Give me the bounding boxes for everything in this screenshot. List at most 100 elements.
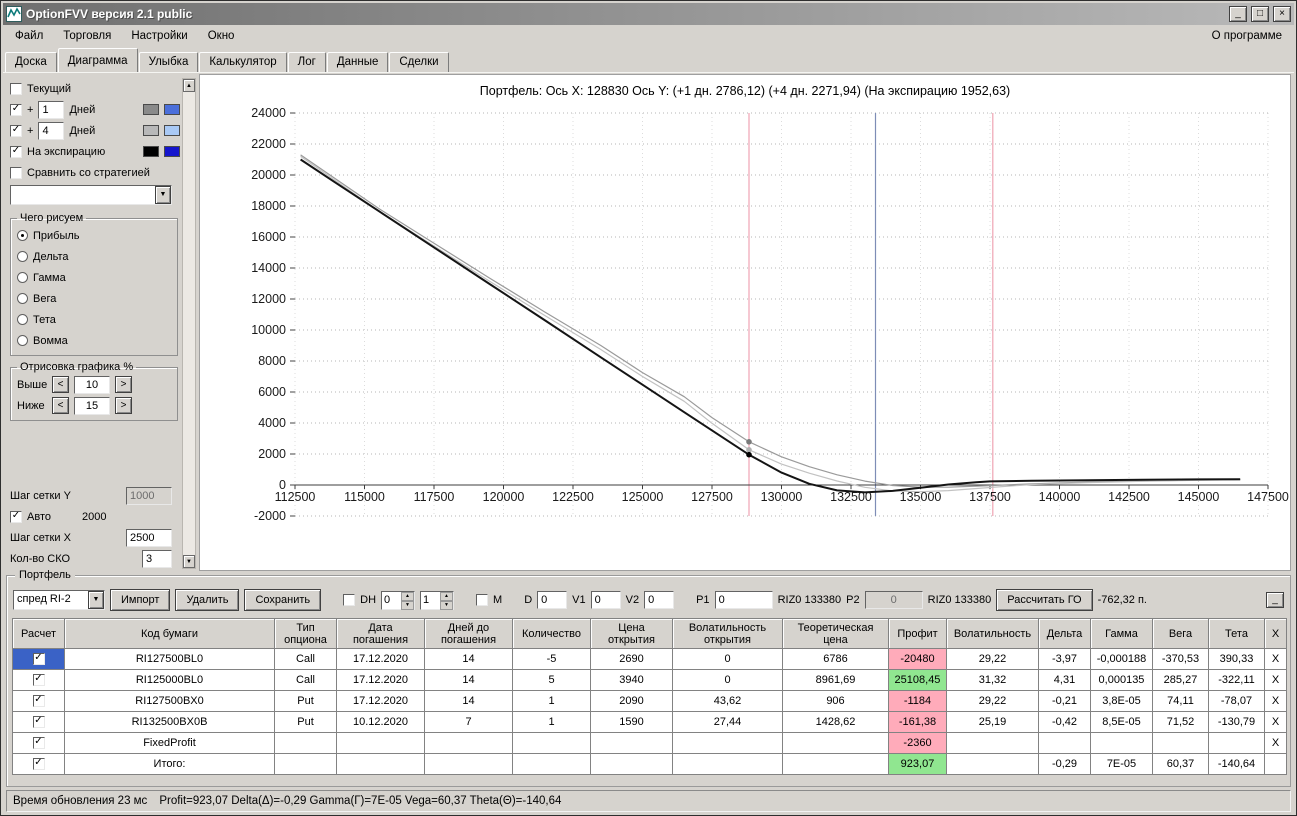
tab-smile[interactable]: Улыбка bbox=[138, 52, 199, 72]
row-calc-checkbox[interactable] bbox=[32, 695, 45, 708]
radio-icon[interactable] bbox=[17, 293, 28, 304]
auto-grid-checkbox[interactable] bbox=[10, 510, 22, 523]
cell-days[interactable] bbox=[424, 732, 513, 754]
current-series-checkbox[interactable] bbox=[10, 82, 22, 95]
cell-date[interactable]: 17.12.2020 bbox=[336, 669, 425, 691]
dh-spinner-1[interactable]: 0 ▲ ▼ bbox=[381, 590, 416, 610]
profit-cell[interactable]: -20480 bbox=[888, 648, 947, 670]
row-calc-checkbox[interactable] bbox=[32, 737, 45, 750]
cell-date[interactable]: 17.12.2020 bbox=[336, 690, 425, 712]
cell-open_vol[interactable]: 0 bbox=[672, 669, 783, 691]
cell-open_price[interactable] bbox=[590, 753, 673, 775]
v1-input[interactable] bbox=[590, 591, 621, 609]
radio-icon[interactable] bbox=[17, 230, 28, 241]
cell-vega[interactable]: -370,53 bbox=[1152, 648, 1209, 670]
dh-spinner-2[interactable]: 1 ▲ ▼ bbox=[420, 590, 455, 610]
minimize-button[interactable]: _ bbox=[1229, 6, 1247, 22]
cell-theta[interactable]: -130,79 bbox=[1208, 711, 1265, 733]
spinner-arrows[interactable]: ▲ ▼ bbox=[401, 591, 415, 610]
draw-option-vomma[interactable]: Вомма bbox=[17, 330, 171, 351]
cell-qty[interactable]: 1 bbox=[512, 711, 591, 733]
radio-icon[interactable] bbox=[17, 251, 28, 262]
cell-qty[interactable]: -5 bbox=[512, 648, 591, 670]
cell-qty[interactable] bbox=[512, 753, 591, 775]
draw-option-profit[interactable]: Прибыль bbox=[17, 225, 171, 246]
row-calc-checkbox[interactable] bbox=[32, 674, 45, 687]
below-percent-input[interactable] bbox=[74, 396, 110, 415]
cell-delta[interactable]: -0,42 bbox=[1038, 711, 1091, 733]
spinner-arrows[interactable]: ▲ ▼ bbox=[440, 591, 454, 610]
save-button[interactable]: Сохранить bbox=[244, 589, 322, 611]
dh-checkbox[interactable] bbox=[343, 594, 356, 606]
plus4-alt-color-swatch[interactable] bbox=[164, 125, 180, 136]
payoff-chart[interactable]: -200002000400060008000100001200014000160… bbox=[200, 101, 1291, 569]
cell-vega[interactable]: 71,52 bbox=[1152, 711, 1209, 733]
cell-vega[interactable]: 285,27 bbox=[1152, 669, 1209, 691]
cell-code[interactable]: RI127500BL0 bbox=[64, 648, 275, 670]
strategy-select[interactable]: спред RI-2 ▼ bbox=[13, 590, 105, 610]
row-calc-cell[interactable] bbox=[12, 711, 65, 733]
delete-button[interactable]: Удалить bbox=[175, 589, 240, 611]
above-percent-input[interactable] bbox=[74, 375, 110, 394]
cell-open_price[interactable]: 1590 bbox=[590, 711, 673, 733]
cell-vol[interactable]: 31,32 bbox=[946, 669, 1039, 691]
chevron-down-icon[interactable]: ▼ bbox=[155, 186, 171, 204]
cell-date[interactable] bbox=[336, 753, 425, 775]
tab-calculator[interactable]: Калькулятор bbox=[199, 52, 287, 72]
above-decrease-button[interactable]: < bbox=[52, 376, 69, 393]
row-calc-cell[interactable] bbox=[12, 669, 65, 691]
sidebar-scrollbar[interactable]: ▲ ▼ bbox=[182, 78, 196, 569]
cell-theor[interactable]: 6786 bbox=[782, 648, 889, 670]
plus1-line-color-swatch[interactable] bbox=[143, 104, 159, 115]
row-delete-button[interactable]: X bbox=[1264, 690, 1287, 712]
tab-diagram[interactable]: Диаграмма bbox=[57, 48, 138, 72]
chevron-down-icon[interactable]: ▼ bbox=[88, 591, 104, 609]
row-calc-cell[interactable] bbox=[12, 753, 65, 775]
tab-log[interactable]: Лог bbox=[287, 52, 326, 72]
radio-icon[interactable] bbox=[17, 314, 28, 325]
close-button[interactable]: × bbox=[1273, 6, 1291, 22]
profit-cell[interactable]: -2360 bbox=[888, 732, 947, 754]
plus4-series-checkbox[interactable] bbox=[10, 124, 22, 137]
menu-trading[interactable]: Торговля bbox=[53, 27, 121, 45]
row-delete-button[interactable]: X bbox=[1264, 669, 1287, 691]
cell-theor[interactable]: 8961,69 bbox=[782, 669, 889, 691]
row-calc-cell[interactable] bbox=[12, 690, 65, 712]
import-button[interactable]: Импорт bbox=[110, 589, 171, 611]
menu-file[interactable]: Файл bbox=[5, 27, 53, 45]
row-calc-checkbox[interactable] bbox=[32, 716, 45, 729]
chart-area[interactable]: Портфель: Ось X: 128830 Ось Y: (+1 дн. 2… bbox=[199, 74, 1291, 571]
calc-go-button[interactable]: Рассчитать ГО bbox=[996, 589, 1093, 611]
cell-delta[interactable]: -0,21 bbox=[1038, 690, 1091, 712]
cell-vol[interactable] bbox=[946, 732, 1039, 754]
cell-vol[interactable]: 25,19 bbox=[946, 711, 1039, 733]
cell-delta[interactable]: -3,97 bbox=[1038, 648, 1091, 670]
maximize-button[interactable]: □ bbox=[1251, 6, 1269, 22]
cell-theor[interactable] bbox=[782, 753, 889, 775]
cell-code[interactable]: RI127500BX0 bbox=[64, 690, 275, 712]
draw-option-delta[interactable]: Дельта bbox=[17, 246, 171, 267]
menu-about[interactable]: О программе bbox=[1202, 27, 1292, 45]
cell-theta[interactable] bbox=[1208, 732, 1265, 754]
cell-type[interactable] bbox=[274, 732, 337, 754]
scroll-down-icon[interactable]: ▼ bbox=[183, 555, 195, 568]
cell-date[interactable]: 10.12.2020 bbox=[336, 711, 425, 733]
profit-cell[interactable]: 25108,45 bbox=[888, 669, 947, 691]
draw-option-theta[interactable]: Тета bbox=[17, 309, 171, 330]
cell-gamma[interactable]: -0,000188 bbox=[1090, 648, 1153, 670]
cell-open_price[interactable]: 2090 bbox=[590, 690, 673, 712]
cell-code[interactable]: RI125000BL0 bbox=[64, 669, 275, 691]
cell-theor[interactable]: 906 bbox=[782, 690, 889, 712]
menu-settings[interactable]: Настройки bbox=[121, 27, 197, 45]
cell-gamma[interactable]: 7E-05 bbox=[1090, 753, 1153, 775]
cell-gamma[interactable] bbox=[1090, 732, 1153, 754]
sko-count-input[interactable] bbox=[142, 549, 172, 568]
plus1-days-input[interactable] bbox=[38, 100, 65, 119]
expiry-line-color-swatch[interactable] bbox=[143, 146, 159, 157]
menu-window[interactable]: Окно bbox=[198, 27, 245, 45]
radio-icon[interactable] bbox=[17, 335, 28, 346]
cell-vega[interactable]: 60,37 bbox=[1152, 753, 1209, 775]
row-calc-checkbox[interactable] bbox=[32, 653, 45, 666]
cell-open_price[interactable] bbox=[590, 732, 673, 754]
row-delete-button[interactable]: X bbox=[1264, 732, 1287, 754]
